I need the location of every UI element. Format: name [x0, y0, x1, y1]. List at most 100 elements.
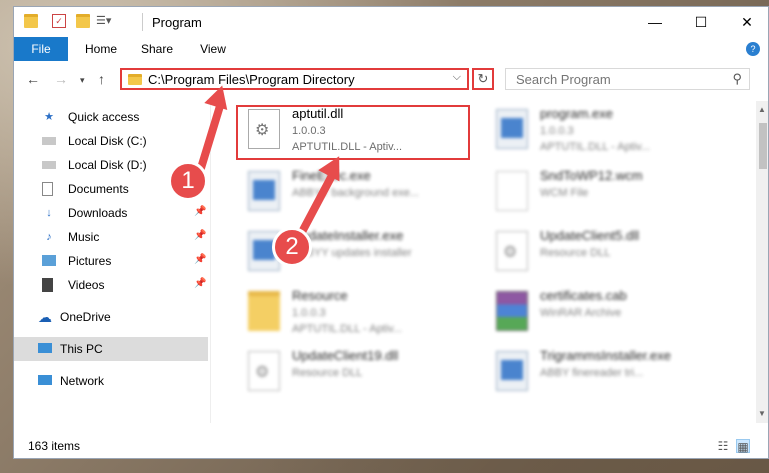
- vertical-scrollbar[interactable]: ▲ ▼: [756, 101, 768, 423]
- recent-locations-icon[interactable]: ▾: [80, 75, 85, 86]
- refresh-button[interactable]: ↻: [472, 68, 494, 90]
- file-item-updateclient5-dll[interactable]: ⚙ UpdateClient5.dll Resource DLL: [484, 223, 724, 281]
- file-name: program.exe: [540, 106, 613, 121]
- sidebar-item-label: Local Disk (C:): [68, 134, 147, 148]
- file-item-trigrammsinstaller-exe[interactable]: TrigrammsInstaller.exe ABBY finereader t…: [484, 343, 724, 401]
- file-item-certificates-cab[interactable]: certificates.cab WinRAR Archive: [484, 283, 724, 341]
- file-name: UpdateClient5.dll: [540, 228, 640, 243]
- sidebar-item-label: Videos: [68, 278, 105, 292]
- network-icon: [38, 375, 52, 385]
- sidebar-item-pictures[interactable]: Pictures 📌: [14, 249, 208, 273]
- folder-icon: [128, 74, 142, 85]
- tiles-view-icon[interactable]: ▦: [736, 439, 750, 454]
- app-icon: [496, 351, 528, 391]
- title-bar: ✓ ☰▾ Program — ☐ ✕: [14, 7, 768, 37]
- pictures-icon: [42, 255, 56, 266]
- callout-2: 2: [272, 227, 312, 267]
- sidebar-item-label: Documents: [68, 182, 129, 196]
- file-version: 1.0.0.3: [540, 125, 574, 137]
- star-icon: ★: [44, 111, 54, 123]
- tab-share[interactable]: Share: [132, 37, 182, 61]
- title-separator: [142, 13, 143, 31]
- file-item-program-exe[interactable]: program.exe 1.0.0.3 APTUTIL.DLL - Aptiv.…: [484, 101, 724, 159]
- maximize-button[interactable]: ☐: [678, 7, 724, 37]
- details-view-icon[interactable]: ☷: [716, 439, 730, 453]
- pin-icon[interactable]: 📌: [194, 278, 206, 289]
- sidebar-item-onedrive[interactable]: ☁ OneDrive: [14, 305, 208, 329]
- sidebar-item-music[interactable]: ♪ Music 📌: [14, 225, 208, 249]
- search-box[interactable]: ⚲: [505, 68, 750, 90]
- file-description: Resource DLL: [540, 247, 611, 259]
- file-version: 1.0.0.3: [292, 307, 326, 319]
- pin-icon[interactable]: 📌: [194, 230, 206, 241]
- file-description: WinRAR Archive: [540, 307, 622, 319]
- scroll-thumb[interactable]: [759, 123, 767, 169]
- file-name: Resource: [292, 288, 348, 303]
- sidebar-item-label: Local Disk (D:): [68, 158, 147, 172]
- gear-file-icon: ⚙: [496, 231, 528, 271]
- file-description: ABBYY background exe...: [292, 187, 419, 199]
- navigation-bar: ← → ▾ ↑ C:\Program Files\Program Directo…: [14, 61, 768, 97]
- address-bar[interactable]: C:\Program Files\Program Directory ⌵: [120, 68, 469, 90]
- pin-icon[interactable]: 📌: [194, 254, 206, 265]
- back-arrow-icon[interactable]: ←: [26, 71, 40, 87]
- explorer-window: ✓ ☰▾ Program — ☐ ✕ File Home Share View …: [13, 6, 769, 459]
- sidebar-item-videos[interactable]: Videos 📌: [14, 273, 208, 297]
- ribbon-tabs: File Home Share View ?: [14, 37, 768, 62]
- file-name: TrigrammsInstaller.exe: [540, 348, 671, 363]
- document-icon: [496, 171, 528, 211]
- sidebar-item-label: Network: [60, 374, 105, 388]
- up-arrow-icon[interactable]: ↑: [98, 71, 105, 87]
- folder-icon: [248, 291, 280, 331]
- file-name: SndToWP12.wcm: [540, 168, 643, 183]
- window-title: Program: [152, 15, 202, 30]
- scroll-down-icon[interactable]: ▼: [758, 409, 766, 418]
- sidebar-item-quick-access[interactable]: ★ Quick access: [14, 105, 208, 129]
- sidebar-item-downloads[interactable]: ↓ Downloads 📌: [14, 201, 208, 225]
- cloud-icon: ☁: [38, 309, 52, 325]
- navigation-pane: ★ Quick access Local Disk (C:) Local Dis…: [14, 101, 208, 435]
- computer-icon: [38, 343, 52, 353]
- pin-icon[interactable]: 📌: [194, 206, 206, 217]
- sidebar-item-this-pc[interactable]: This PC: [14, 337, 208, 361]
- forward-arrow-icon[interactable]: →: [54, 71, 68, 87]
- file-item-fineexec-exe[interactable]: FineExec.exe ABBYY background exe...: [236, 163, 476, 221]
- status-bar: 163 items ☷ ▦: [14, 435, 768, 458]
- search-icon[interactable]: ⚲: [732, 71, 742, 87]
- sidebar-item-label: Quick access: [68, 110, 140, 124]
- app-icon: [248, 171, 280, 211]
- file-item-sndtowp12-wcm[interactable]: SndToWP12.wcm WCM File: [484, 163, 724, 221]
- highlight-box: [236, 105, 470, 160]
- videos-icon: [42, 278, 53, 292]
- close-button[interactable]: ✕: [724, 7, 768, 37]
- drive-icon: [42, 137, 56, 145]
- file-description: APTUTIL.DLL - Aptiv...: [540, 141, 651, 153]
- sidebar-item-network[interactable]: Network: [14, 369, 208, 393]
- properties-icon[interactable]: ✓: [52, 14, 66, 28]
- file-item-updateclient19-dll[interactable]: ⚙ UpdateClient19.dll Resource DLL: [236, 343, 476, 401]
- chevron-down-icon[interactable]: ⌵: [453, 71, 461, 84]
- folder-icon: [24, 14, 38, 28]
- music-icon: ♪: [46, 231, 52, 243]
- expand-ribbon-icon[interactable]: ?: [746, 42, 760, 56]
- sidebar-item-label: Music: [68, 230, 100, 244]
- sidebar-item-local-disk-c[interactable]: Local Disk (C:): [14, 129, 208, 153]
- scroll-up-icon[interactable]: ▲: [758, 105, 766, 114]
- drive-icon: [42, 161, 56, 169]
- file-description: ABBY finereader tri...: [540, 367, 644, 379]
- archive-icon: [496, 291, 528, 331]
- file-description: WCM File: [540, 187, 589, 199]
- file-item-resource[interactable]: Resource 1.0.0.3 APTUTIL.DLL - Aptiv...: [236, 283, 476, 341]
- sidebar-item-label: Downloads: [68, 206, 128, 220]
- file-name: UpdateClient19.dll: [292, 348, 399, 363]
- search-input[interactable]: [514, 71, 718, 88]
- tab-view[interactable]: View: [188, 37, 238, 61]
- new-folder-icon[interactable]: [76, 14, 90, 28]
- tab-file[interactable]: File: [14, 37, 68, 61]
- minimize-button[interactable]: —: [632, 7, 678, 37]
- file-name: certificates.cab: [540, 288, 627, 303]
- sidebar-item-label: OneDrive: [60, 310, 111, 324]
- tab-home[interactable]: Home: [76, 37, 126, 61]
- customize-toolbar-icon[interactable]: ☰▾: [96, 14, 111, 28]
- gear-file-icon: ⚙: [248, 351, 280, 391]
